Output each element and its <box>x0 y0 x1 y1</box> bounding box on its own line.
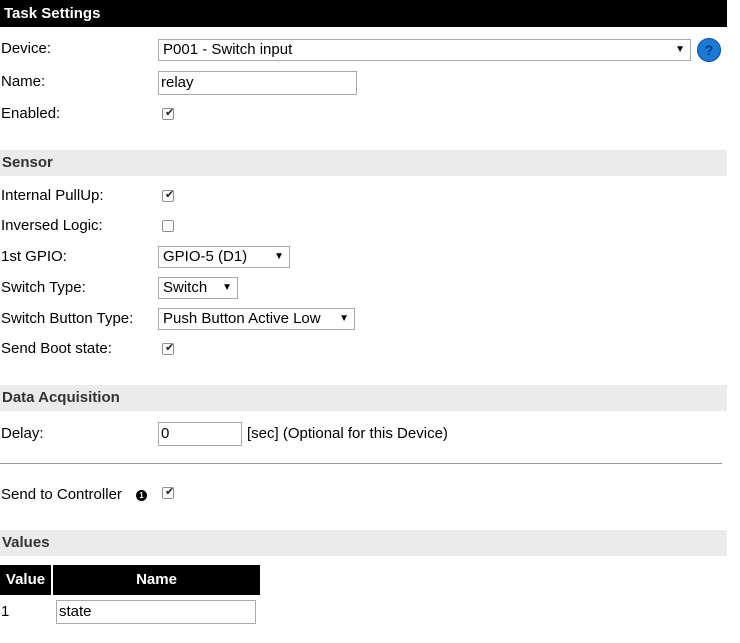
switch-button-type-label: Switch Button Type: <box>1 310 134 327</box>
value-name-input-value: state <box>59 603 92 620</box>
column-header-value: Value <box>0 565 51 595</box>
gpio-select-value: GPIO-5 (D1) <box>163 248 248 265</box>
internal-pullup-checkbox[interactable]: ✔ <box>162 189 175 202</box>
switch-type-label: Switch Type: <box>1 279 86 296</box>
check-icon: ✔ <box>165 107 175 119</box>
check-icon: ✔ <box>165 486 175 498</box>
device-select[interactable]: P001 - Switch input ▼ <box>158 39 691 61</box>
gpio-select[interactable]: GPIO-5 (D1) ▼ <box>158 246 290 268</box>
dropdown-arrow-icon: ▼ <box>222 282 232 293</box>
switch-type-select-value: Switch <box>163 279 208 296</box>
send-boot-state-checkbox[interactable]: ✔ <box>162 342 175 355</box>
dropdown-arrow-icon: ▼ <box>339 313 349 324</box>
page-title: Task Settings <box>0 0 727 27</box>
delay-label: Delay: <box>1 425 44 442</box>
divider <box>0 463 722 464</box>
help-icon[interactable]: ? <box>697 38 721 62</box>
data-acquisition-section-heading: Data Acquisition <box>0 385 727 411</box>
check-icon: ✔ <box>165 342 175 354</box>
switch-type-select[interactable]: Switch ▼ <box>158 277 238 299</box>
device-select-value: P001 - Switch input <box>163 41 293 58</box>
inversed-logic-checkbox[interactable] <box>162 220 174 232</box>
values-section-heading: Values <box>0 530 727 556</box>
internal-pullup-label: Internal PullUp: <box>1 187 104 204</box>
send-boot-state-label: Send Boot state: <box>1 340 112 357</box>
switch-button-type-select[interactable]: Push Button Active Low ▼ <box>158 308 355 330</box>
enabled-label: Enabled: <box>1 105 61 122</box>
name-input-value: relay <box>161 74 194 91</box>
value-row-index: 1 <box>1 603 10 620</box>
send-to-controller-checkbox[interactable]: ✔ <box>162 486 175 499</box>
delay-unit-note: [sec] (Optional for this Device) <box>247 425 448 442</box>
gpio-label: 1st GPIO: <box>1 248 67 265</box>
name-input[interactable]: relay <box>158 71 357 95</box>
delay-input[interactable]: 0 <box>158 422 242 446</box>
switch-button-type-select-value: Push Button Active Low <box>163 310 321 327</box>
value-name-input[interactable]: state <box>56 600 256 624</box>
name-label: Name: <box>1 73 46 90</box>
info-glyph: 1 <box>139 491 144 500</box>
dropdown-arrow-icon: ▼ <box>675 44 685 55</box>
info-icon: 1 <box>136 490 147 501</box>
sensor-section-heading: Sensor <box>0 150 727 176</box>
send-to-controller-label: Send to Controller <box>1 486 122 503</box>
help-glyph: ? <box>704 42 714 58</box>
delay-input-value: 0 <box>161 425 170 442</box>
dropdown-arrow-icon: ▼ <box>274 251 284 262</box>
column-header-name: Name <box>53 565 260 595</box>
enabled-checkbox[interactable]: ✔ <box>162 107 175 120</box>
inversed-logic-label: Inversed Logic: <box>1 217 103 234</box>
check-icon: ✔ <box>165 189 175 201</box>
device-label: Device: <box>1 40 52 57</box>
